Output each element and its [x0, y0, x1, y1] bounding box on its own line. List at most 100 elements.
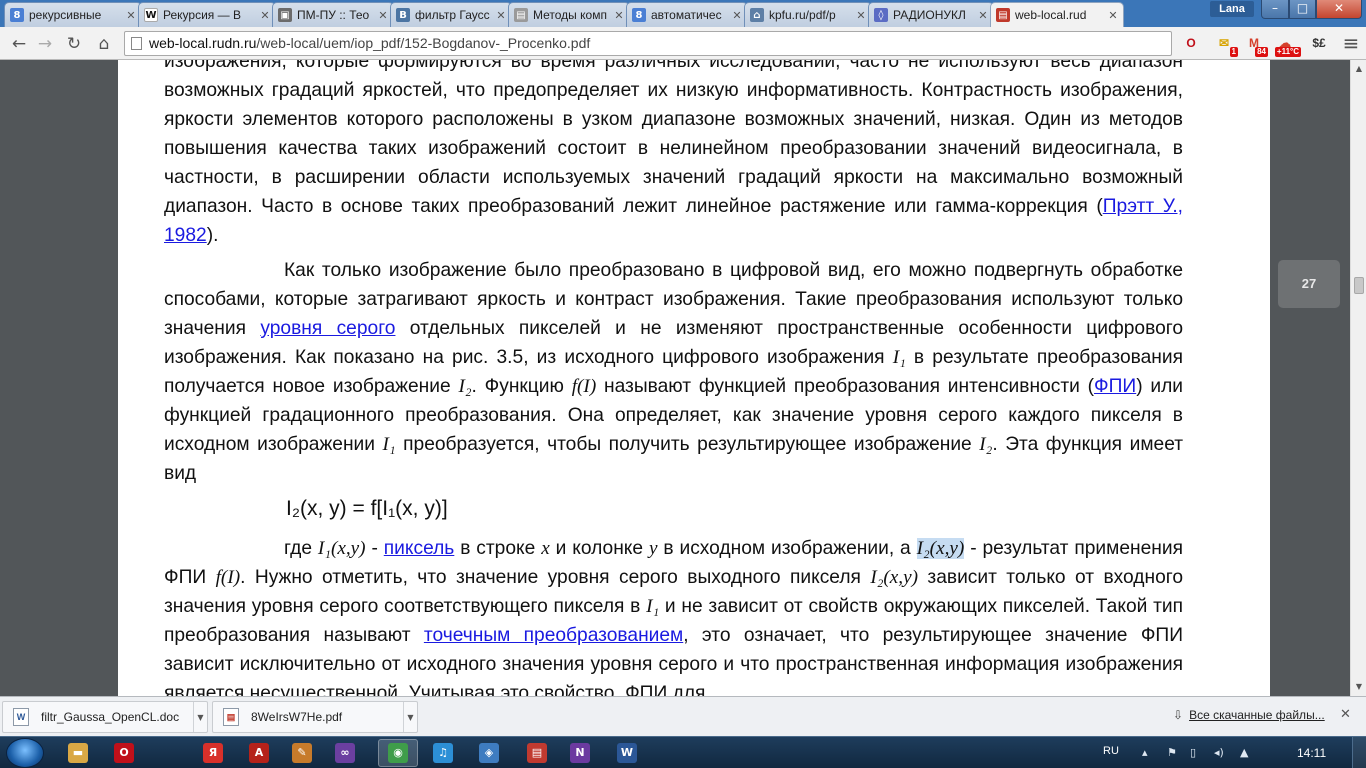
download-menu-arrow-icon[interactable]: ▼ — [403, 702, 417, 732]
taskbar-app-paint[interactable]: ✎ — [282, 739, 322, 767]
taskbar-app-acrobat[interactable]: A — [239, 739, 279, 767]
tab-close-icon[interactable]: ✕ — [730, 9, 744, 22]
page-icon — [131, 37, 142, 50]
math-i1: I₁ — [382, 434, 396, 455]
page-number-indicator: 27 — [1278, 260, 1340, 308]
tab-2[interactable]: W Рекурсия — В ✕ — [138, 2, 276, 27]
math-i2xy: I₂(x,y) — [870, 567, 918, 588]
tab-9[interactable]: ▤ web-local.rud ✕ — [990, 2, 1124, 27]
chrome-menu-icon[interactable]: ≡ — [1340, 32, 1362, 54]
onenote-icon: N — [570, 743, 590, 763]
tab-close-icon[interactable]: ✕ — [258, 9, 272, 22]
paragraph-text: преобразуется, чтобы получить результиру… — [395, 434, 980, 455]
extension-glyph: ✉ — [1218, 36, 1230, 50]
tab-close-icon[interactable]: ✕ — [376, 9, 390, 22]
taskbar-app-word[interactable]: W — [607, 739, 647, 767]
profile-name-badge[interactable]: Lana — [1210, 1, 1254, 17]
link-fpi[interactable]: ФПИ — [1094, 376, 1136, 397]
scroll-up-arrow-icon[interactable]: ▲ — [1354, 64, 1364, 74]
close-window-button[interactable]: ✕ — [1316, 0, 1362, 19]
tab-close-icon[interactable]: ✕ — [976, 9, 990, 22]
volume-icon[interactable]: ◂) — [1214, 746, 1224, 759]
math-x: x — [541, 538, 550, 559]
show-desktop-button[interactable] — [1352, 737, 1366, 768]
weather-icon[interactable]: ☁ +11°C — [1271, 33, 1301, 57]
address-bar[interactable]: web-local.rudn.ru/web-local/uem/iop_pdf/… — [124, 31, 1172, 56]
clock[interactable]: 14:11 — [1297, 746, 1326, 760]
download-arrow-icon: ⇩ — [1173, 708, 1184, 722]
google-drive-icon[interactable]: ▲ — [1240, 746, 1248, 759]
tab-close-icon[interactable]: ✕ — [612, 9, 626, 22]
download-filename: filtr_Gaussa_OpenCL.doc — [41, 710, 180, 724]
paragraph-text: - — [365, 538, 384, 559]
tab-4[interactable]: Bфильтр Гаусс ✕ — [390, 2, 512, 27]
opera-icon[interactable]: O — [1180, 33, 1202, 54]
taskbar-app-onenote[interactable]: N — [560, 739, 600, 767]
math-i2: I₂ — [458, 376, 472, 397]
extension-badge: 1 — [1229, 47, 1238, 57]
extension-badge: +11°C — [1274, 47, 1301, 57]
show-all-downloads-link[interactable]: ⇩ Все скачанные файлы... — [1173, 708, 1325, 722]
minimize-button[interactable]: – — [1261, 0, 1289, 19]
tab-title: Рекурсия — В — [163, 8, 241, 22]
taskbar-app-visual-studio[interactable]: ∞ — [325, 739, 365, 767]
scroll-down-arrow-icon[interactable]: ▼ — [1354, 682, 1364, 692]
maximize-button[interactable]: □ — [1289, 0, 1316, 19]
download-menu-arrow-icon[interactable]: ▼ — [193, 702, 207, 732]
tab-close-icon[interactable]: ✕ — [124, 9, 138, 22]
mail-notifier-icon[interactable]: ✉ 1 — [1212, 33, 1238, 57]
paragraph-1: изображения, которые формируются во врем… — [164, 60, 1183, 250]
google-icon: 8 — [632, 8, 646, 22]
language-indicator[interactable]: RU — [1103, 745, 1119, 757]
pdf-file-icon: ▤ — [223, 708, 239, 726]
scrollbar-thumb[interactable] — [1354, 277, 1364, 294]
yandex-browser-icon: Я — [203, 743, 223, 763]
tab-3[interactable]: ▣ ПМ-ПУ :: Тео ✕ — [272, 2, 394, 27]
math-i1xy: I₁(x,y) — [317, 538, 366, 559]
home-button[interactable]: ⌂ — [93, 33, 115, 55]
tab-close-icon[interactable]: ✕ — [494, 9, 508, 22]
action-center-flag-icon[interactable]: ⚑ — [1167, 746, 1177, 759]
link-point-transform[interactable]: точечным преобразованием — [424, 625, 683, 646]
taskbar-app-chrome[interactable]: ◉ — [378, 739, 418, 767]
download-item[interactable]: ▤ 8WeIrsW7He.pdf ▼ — [212, 701, 418, 733]
tab-5[interactable]: ▤ Методы комп ✕ — [508, 2, 630, 27]
show-all-label: Все скачанные файлы... — [1189, 708, 1325, 722]
start-button[interactable] — [6, 738, 44, 768]
link-pixel[interactable]: пиксель — [384, 538, 455, 559]
taskbar-app-opera[interactable]: O — [104, 739, 144, 767]
tab-close-icon[interactable]: ✕ — [854, 9, 868, 22]
google-icon: 8 — [10, 8, 24, 22]
tab-8[interactable]: ◊ РАДИОНУКЛ ✕ — [868, 2, 994, 27]
vertical-scrollbar[interactable]: ▲ ▼ — [1350, 60, 1366, 696]
chrome-icon: ◉ — [388, 743, 408, 763]
paragraph-text: . Нужно отметить, что значение уровня се… — [240, 567, 871, 588]
download-item[interactable]: Wfiltr_Gaussa_OpenCL.doc ▼ — [2, 701, 208, 733]
close-shelf-icon[interactable]: ✕ — [1340, 707, 1351, 722]
tab-7[interactable]: ⌂ kpfu.ru/pdf/p ✕ — [744, 2, 872, 27]
document-icon: ▤ — [514, 8, 528, 22]
currency-icon[interactable]: $£ — [1305, 33, 1333, 54]
reload-button[interactable]: ↻ — [63, 33, 85, 55]
tab-close-icon[interactable]: ✕ — [1106, 9, 1120, 22]
acrobat-icon: A — [249, 743, 269, 763]
link-gray-level[interactable]: уровня серого — [260, 318, 395, 339]
tab-6[interactable]: 8 автоматичес ✕ — [626, 2, 748, 27]
gmail-icon[interactable]: M 84 — [1242, 33, 1268, 57]
taskbar-app-yandex-browser[interactable]: Я — [193, 739, 233, 767]
show-hidden-icons-icon[interactable]: ▴ — [1142, 746, 1148, 759]
forward-button[interactable]: → — [34, 33, 56, 55]
taskbar-app-explorer[interactable]: ▬ — [58, 739, 98, 767]
taskbar-app-itunes[interactable]: ♫ — [423, 739, 463, 767]
taskbar-app-network-tool[interactable]: ◈ — [469, 739, 509, 767]
back-button[interactable]: ← — [8, 33, 30, 55]
pdf-viewer-icon: ▤ — [527, 743, 547, 763]
pdf-viewer: изображения, которые формируются во врем… — [0, 60, 1350, 696]
tab-1[interactable]: 8 рекурсивные ✕ — [4, 2, 142, 27]
explorer-icon: ▬ — [68, 743, 88, 763]
browser-toolbar: ← → ↻ ⌂ web-local.rudn.ru/web-local/uem/… — [0, 27, 1366, 60]
taskbar-app-pdf-viewer[interactable]: ▤ — [517, 739, 557, 767]
battery-icon[interactable]: ▯ — [1190, 746, 1196, 759]
url-path: /web-local/uem/iop_pdf/152-Bogdanov-_Pro… — [256, 35, 591, 51]
extension-glyph: $£ — [1312, 36, 1326, 50]
